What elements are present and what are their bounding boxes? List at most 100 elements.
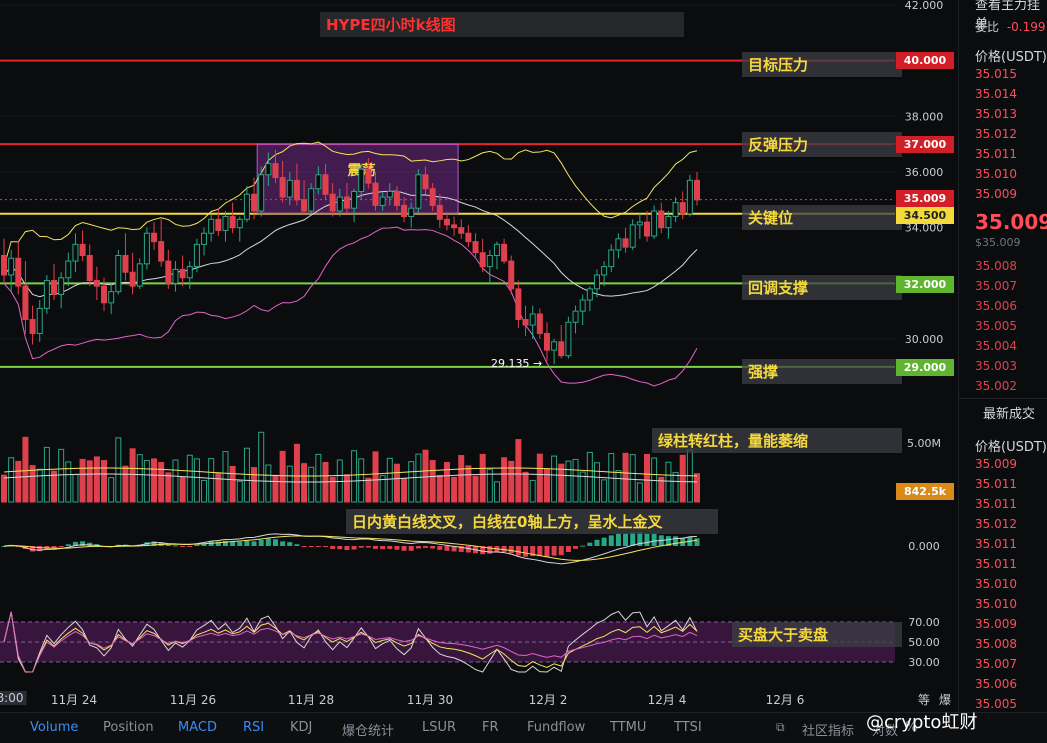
volume-bar (179, 476, 186, 503)
tab-volume[interactable]: Volume (30, 720, 78, 735)
volume-bar (372, 451, 379, 503)
tab-position[interactable]: Position (103, 720, 154, 735)
community-indicators-button[interactable]: 社区指标 (802, 720, 854, 739)
x-axis: 8:00 11月 24 11月 26 11月 28 11月 30 12月 2 1… (0, 688, 958, 710)
volume-bar (472, 475, 479, 503)
rsi-axis-label: 30.00 (908, 656, 940, 669)
candle-body (115, 255, 122, 293)
candlestick-chart[interactable]: 5.00M 0.000 70.0050.0030.00 震荡 29.135 → … (0, 0, 958, 712)
candle-body (165, 260, 172, 284)
macd-histogram-bar (394, 546, 400, 550)
price-row[interactable]: 35.003 (959, 356, 1047, 376)
macd-histogram-bar (630, 532, 636, 546)
price-row[interactable]: 35.012 (959, 514, 1047, 534)
macd-histogram-bar (365, 546, 371, 548)
price-row[interactable]: 35.005 (959, 316, 1047, 336)
candle-body (515, 288, 522, 321)
price-row[interactable]: 35.007 (959, 276, 1047, 296)
volume-bar (158, 462, 165, 503)
trades-title[interactable]: 最新成交 (967, 403, 1035, 422)
macd-histogram-bar (58, 546, 64, 547)
price-row[interactable]: 35.011 (959, 144, 1047, 164)
price-row[interactable]: 35.010 (959, 164, 1047, 184)
price-header: 价格(USDT) (975, 50, 1047, 65)
candle-body (272, 163, 279, 179)
level-tag-37: 37.000 (896, 136, 954, 153)
price-row[interactable]: 35.004 (959, 336, 1047, 356)
price-row[interactable]: 35.009 (959, 454, 1047, 474)
macd-histogram-bar (351, 546, 357, 550)
x-left-label: 8:00 (0, 691, 27, 705)
candle-body (422, 174, 429, 190)
candle-body (572, 310, 579, 323)
level-label-support: 回调支撑 (742, 275, 902, 300)
volume-bar (193, 458, 200, 503)
volume-bar (58, 448, 65, 503)
trades-list: 35.009 35.011 35.011 35.012 35.011 35.011 35.0… (959, 454, 1047, 734)
level-tag-40: 40.000 (896, 52, 954, 69)
candle-body (151, 232, 158, 243)
tab-macd[interactable]: MACD (178, 720, 217, 735)
price-row[interactable]: 35.014 (959, 84, 1047, 104)
price-row[interactable]: 35.013 (959, 104, 1047, 124)
volume-bar (393, 463, 400, 503)
candle-body (193, 243, 200, 268)
tab-ttmu[interactable]: TTMU (610, 720, 646, 735)
volume-bar (501, 457, 508, 503)
price-row[interactable]: 35.006 (959, 296, 1047, 316)
volume-bar (22, 436, 29, 503)
tab-fundflow[interactable]: Fundflow (527, 720, 585, 735)
candle-body (336, 196, 343, 212)
volume-bar (65, 461, 72, 503)
candle-body (236, 218, 243, 229)
volume-bar (293, 443, 300, 503)
price-row[interactable]: 35.011 (959, 474, 1047, 494)
axis-corner-a[interactable]: 等 (918, 691, 930, 708)
macd-histogram-bar (673, 536, 679, 546)
tab-rsi[interactable]: RSI (243, 720, 264, 735)
price-row[interactable]: 35.011 (959, 494, 1047, 514)
tab-fr[interactable]: FR (482, 720, 499, 735)
candle-body (672, 202, 679, 218)
macd-histogram-bar (308, 546, 314, 547)
candle-body (43, 280, 50, 309)
community-indicator-icon[interactable]: ⧉ (776, 720, 785, 735)
price-row[interactable]: 35.010 (959, 594, 1047, 614)
candle-body (586, 288, 593, 301)
price-row[interactable]: 35.012 (959, 124, 1047, 144)
volume-bar (151, 458, 158, 503)
price-row[interactable]: 35.006 (959, 674, 1047, 694)
macd-histogram-bar (337, 546, 343, 550)
axis-corner-b[interactable]: 爆 (939, 691, 951, 708)
price-row[interactable]: 35.011 (959, 554, 1047, 574)
price-row[interactable]: 35.009 (959, 614, 1047, 634)
candle-body (201, 232, 208, 245)
rsi-note: 买盘大于卖盘 (732, 622, 902, 647)
price-row[interactable]: 35.008 (959, 256, 1047, 276)
tab-kdj[interactable]: KDJ (290, 720, 312, 735)
price-row[interactable]: 35.007 (959, 654, 1047, 674)
price-row[interactable]: 35.011 (959, 534, 1047, 554)
volume-bar (479, 453, 486, 503)
volume-bar (593, 462, 600, 503)
price-row[interactable]: 35.008 (959, 634, 1047, 654)
price-row[interactable]: 35.015 (959, 64, 1047, 84)
tab-liquidation[interactable]: 爆仓统计 (342, 720, 394, 739)
tab-ttsi[interactable]: TTSI (674, 720, 702, 735)
volume-bar (429, 460, 436, 503)
candle-body (508, 260, 515, 290)
candle-body (665, 216, 672, 229)
volume-bar (422, 449, 429, 503)
volume-bar (258, 431, 265, 503)
macd-histogram-bar (373, 546, 379, 549)
candle-body (536, 313, 543, 334)
price-row[interactable]: 35.009 (959, 184, 1047, 204)
price-row[interactable]: 35.002 (959, 376, 1047, 396)
volume-bar (265, 464, 272, 503)
volume-bar (243, 447, 250, 503)
price-row[interactable]: 35.010 (959, 574, 1047, 594)
level-tag-29: 29.000 (896, 359, 954, 376)
candle-body (315, 174, 322, 190)
tab-lsur[interactable]: LSUR (422, 720, 456, 735)
candle-body (401, 204, 408, 218)
